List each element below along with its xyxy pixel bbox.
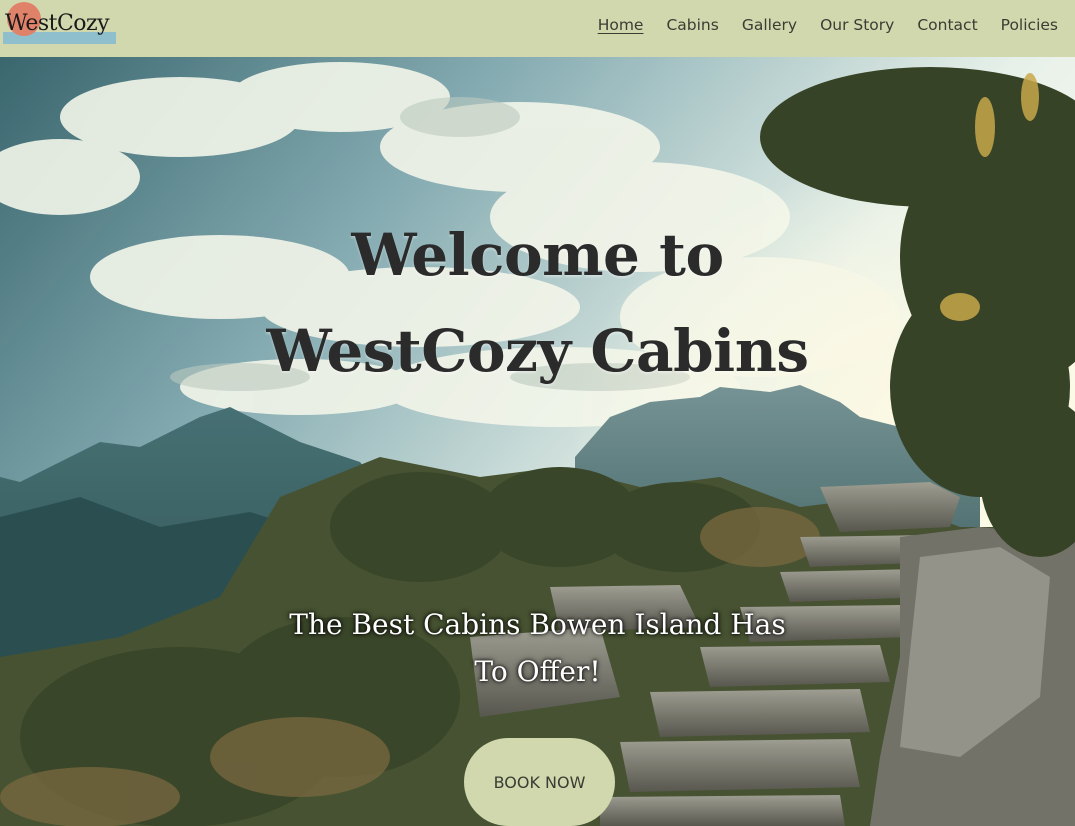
- hero-title-line-2: WestCozy Cabins: [266, 317, 809, 385]
- site-logo[interactable]: WestCozy: [3, 2, 118, 46]
- hero-background-image: [0, 57, 1075, 826]
- book-now-button[interactable]: BOOK NOW: [464, 738, 615, 826]
- top-navigation-bar: WestCozy Home Cabins Gallery Our Story C…: [0, 0, 1075, 57]
- nav-link-our-story[interactable]: Our Story: [820, 16, 894, 34]
- nav-link-home[interactable]: Home: [598, 16, 644, 34]
- main-menu: Home Cabins Gallery Our Story Contact Po…: [575, 16, 1058, 34]
- hero-subtitle-line-2: To Offer!: [474, 655, 601, 688]
- hero-subtitle-line-1: The Best Cabins Bowen Island Has: [289, 608, 786, 641]
- hero-title-line-1: Welcome to: [351, 221, 724, 289]
- hero-subtitle: The Best Cabins Bowen Island Has To Offe…: [0, 601, 1075, 695]
- nav-link-cabins[interactable]: Cabins: [666, 16, 718, 34]
- hero-title: Welcome to WestCozy Cabins: [0, 207, 1075, 399]
- hero-section: Welcome to WestCozy Cabins The Best Cabi…: [0, 57, 1075, 826]
- logo-text: WestCozy: [5, 11, 110, 36]
- nav-link-contact[interactable]: Contact: [917, 16, 977, 34]
- nav-link-gallery[interactable]: Gallery: [742, 16, 797, 34]
- nav-link-policies[interactable]: Policies: [1001, 16, 1058, 34]
